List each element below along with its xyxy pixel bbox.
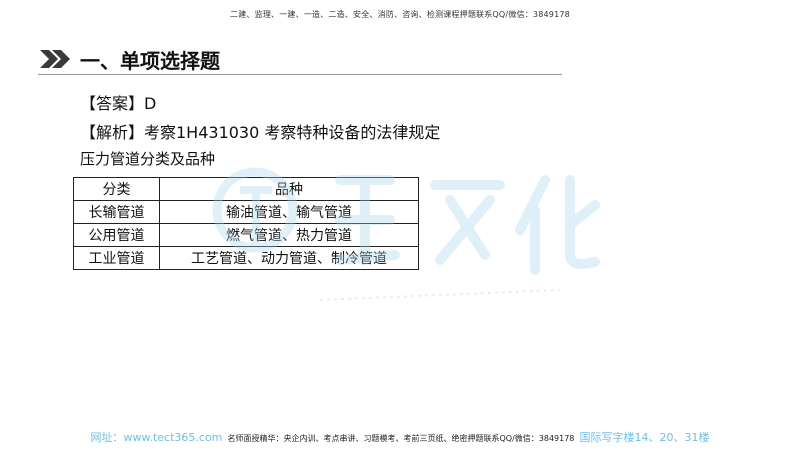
double-chevron-right-icon [40,50,70,68]
table-caption: 压力管道分类及品种 [80,150,216,168]
footer-address: 国际写字楼14、20、31楼 [579,431,710,444]
varieties-cell: 工艺管道、动力管道、制冷管道 [159,246,419,270]
table-row: 长输管道 输油管道、输气管道 [73,200,419,224]
pipe-category-table: 分类 品种 长输管道 输油管道、输气管道 公用管道 燃气管道、热力管道 工业管道… [73,177,419,270]
header-varieties: 品种 [159,177,419,201]
top-banner: 二建、监理、一建、一造、二造、安全、消防、咨询、检测课程押题联系QQ/微信：38… [230,10,570,19]
answer-text: 【答案】D [80,94,157,113]
section-title: 一、单项选择题 [80,48,220,73]
table-header-row: 分类 品种 [73,177,419,201]
table-row: 工业管道 工艺管道、动力管道、制冷管道 [73,246,419,270]
analysis-text: 【解析】考察1H431030 考察特种设备的法律规定 [80,123,441,142]
category-cell: 长输管道 [73,200,160,224]
footer-website-link[interactable]: 网址：www.tect365.com [90,431,222,444]
varieties-cell: 输油管道、输气管道 [159,200,419,224]
category-cell: 工业管道 [73,246,160,270]
footer-notice: 名师面授精华：央企内训、考点串讲、习题模考、考前三页纸、绝密押题联系QQ/微信：… [227,434,575,443]
title-divider [38,74,562,75]
category-cell: 公用管道 [73,223,160,247]
footer: 网址：www.tect365.com 名师面授精华：央企内训、考点串讲、习题模考… [0,429,800,446]
header-category: 分类 [73,177,160,201]
section-title-row: 一、单项选择题 [38,44,220,74]
table-row: 公用管道 燃气管道、热力管道 [73,223,419,247]
varieties-cell: 燃气管道、热力管道 [159,223,419,247]
